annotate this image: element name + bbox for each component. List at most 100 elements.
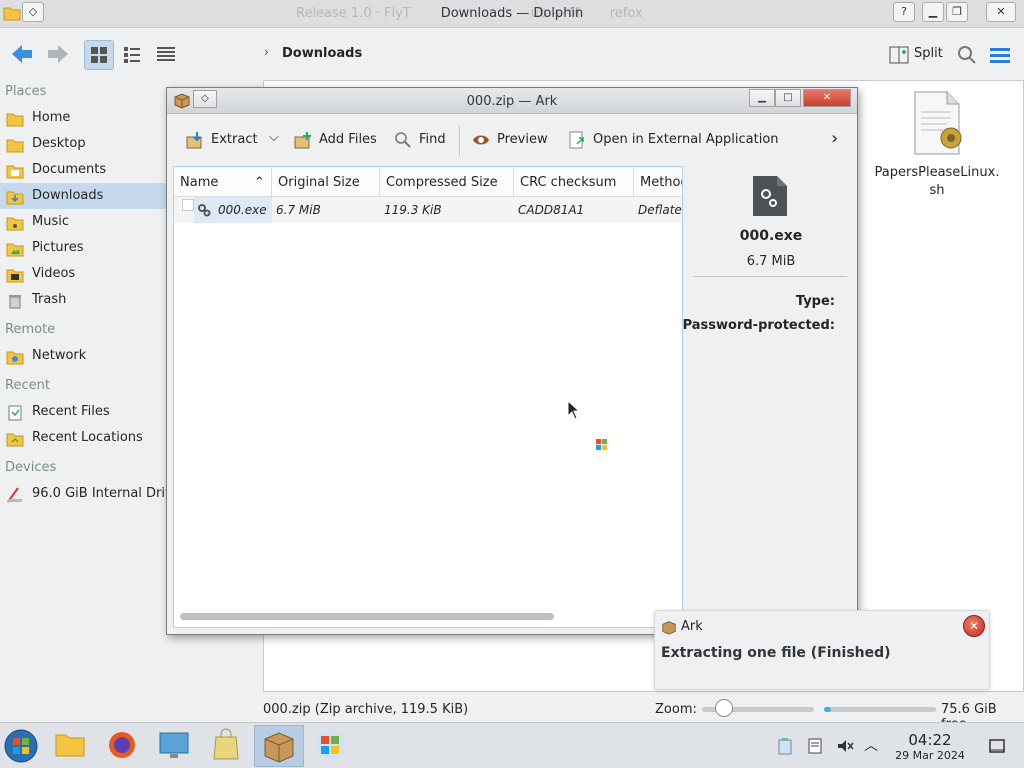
ark-maximize-button[interactable]: □ [775, 89, 801, 107]
column-header-name[interactable]: Name ⌃ [174, 167, 272, 197]
split-label: Split [914, 46, 943, 61]
compact-view-button[interactable] [118, 40, 148, 70]
zoom-slider-handle[interactable] [715, 699, 734, 717]
windows-logo-icon [596, 439, 607, 450]
sidebar-item-label: Recent Files [32, 404, 110, 419]
details-panel: 000.exe 6.7 MiB Type: Password-protected… [683, 166, 849, 466]
sidebar-item-label: Music [32, 214, 69, 229]
sidebar-item-recent-locations[interactable]: Recent Locations [0, 425, 168, 451]
row-checkbox[interactable] [182, 199, 194, 211]
taskbar-firefox[interactable] [98, 725, 148, 767]
notes-tray-icon[interactable] [806, 737, 824, 755]
horizontal-scrollbar[interactable] [180, 613, 554, 620]
sidebar-item-desktop[interactable]: Desktop [0, 131, 168, 157]
extract-button[interactable]: Extract ⌵ [185, 126, 297, 152]
sidebar-item-network[interactable]: Network [0, 343, 168, 369]
taskbar-ark[interactable] [254, 725, 304, 767]
sidebar-item-pictures[interactable]: Pictures [0, 235, 168, 261]
sidebar-item-music[interactable]: Music [0, 209, 168, 235]
taskbar-system-monitor[interactable] [150, 725, 200, 767]
table-row[interactable]: 000.exe 6.7 MiB 119.3 KiB CADD81A1 Defla… [174, 197, 682, 223]
notification-popup[interactable]: Ark ✕ Extracting one file (Finished) [654, 610, 990, 690]
breadcrumb[interactable]: Downloads [282, 46, 362, 61]
sidebar-item-videos[interactable]: Videos [0, 261, 168, 287]
taskbar-file-manager[interactable] [46, 725, 96, 767]
videos-folder-icon [6, 269, 24, 283]
drive-icon [7, 487, 22, 503]
ark-close-button[interactable]: ✕ [803, 89, 851, 107]
ark-minimize-button[interactable]: ▁ [749, 89, 775, 107]
tray-expand-chevron-icon[interactable]: ︿ [864, 735, 878, 755]
taskbar-archive-bag[interactable] [202, 725, 252, 767]
ark-window: ◇ 000.zip — Ark ▁ □ ✕ Extract ⌵ Add File… [166, 87, 858, 635]
sidebar-item-internal-drive[interactable]: 96.0 GiB Internal Drive [0, 481, 181, 507]
preview-button[interactable]: Preview [471, 126, 557, 152]
add-files-button[interactable]: Add Files [293, 126, 389, 152]
shell-script-icon [914, 91, 962, 155]
file-name: PapersPleaseLinux. sh [874, 165, 1000, 198]
taskbar-windows-app[interactable] [306, 725, 356, 767]
minimize-button[interactable]: ▁ [922, 2, 944, 22]
extract-dropdown-chevron-icon[interactable]: ⌵ [269, 130, 279, 145]
column-header-compressed-size[interactable]: Compressed Size [380, 167, 514, 197]
clipboard-tray-icon[interactable] [776, 737, 794, 755]
sidebar-item-label: Recent Locations [32, 430, 143, 445]
downloads-folder-icon [6, 191, 24, 205]
maximize-button[interactable]: ❐ [946, 2, 968, 22]
zoom-label: Zoom: [655, 702, 697, 717]
details-divider [693, 276, 847, 277]
sidebar-item-downloads[interactable]: Downloads [0, 183, 168, 209]
details-file-size: 6.7 MiB [746, 254, 796, 269]
mouse-cursor-icon [567, 400, 581, 420]
notification-close-button[interactable]: ✕ [963, 615, 985, 637]
toolbar-overflow-chevron-icon[interactable]: › [831, 128, 838, 149]
show-desktop-icon[interactable] [988, 737, 1006, 755]
ark-titlebar[interactable]: ◇ 000.zip — Ark ▁ □ ✕ [167, 88, 857, 114]
sidebar-item-trash[interactable]: Trash [0, 287, 168, 313]
find-button[interactable]: Find [393, 126, 455, 152]
clock-date[interactable]: 29 Mar 2024 [890, 749, 970, 762]
close-button[interactable]: ✕ [986, 2, 1016, 22]
icons-view-button[interactable] [84, 40, 114, 70]
documents-folder-icon [6, 165, 24, 179]
details-view-button[interactable] [152, 40, 182, 70]
dolphin-titlebar[interactable]: ◇ Release 1.0 · FlyT ub — Mrefox Download… [0, 0, 1024, 28]
sidebar-item-label: Downloads [32, 188, 104, 203]
toolbar-separator [459, 126, 460, 156]
hamburger-menu-icon[interactable] [988, 44, 1012, 66]
start-menu-icon[interactable] [4, 729, 38, 763]
sidebar-item-label: Pictures [32, 240, 84, 255]
home-folder-icon [6, 113, 24, 127]
recent-locations-icon [6, 433, 24, 447]
column-header-crc[interactable]: CRC checksum [514, 167, 634, 197]
back-arrow-icon[interactable] [8, 40, 36, 68]
ark-window-controls: ▁ □ ✕ [749, 89, 855, 109]
forward-arrow-icon[interactable] [44, 40, 72, 68]
firefox-icon [109, 732, 135, 758]
ark-toolbar: Extract ⌵ Add Files Find Preview Open in… [167, 118, 857, 162]
status-text: 000.zip (Zip archive, 119.5 KiB) [263, 702, 469, 717]
find-icon [395, 132, 411, 148]
archive-file-list[interactable]: Name ⌃ Original Size Compressed Size CRC … [173, 166, 683, 628]
preview-label: Preview [497, 132, 548, 147]
help-button[interactable]: ? [893, 2, 915, 22]
sidebar-item-recent-files[interactable]: Recent Files [0, 399, 168, 425]
cell-original-size: 6.7 MiB [276, 203, 321, 217]
search-icon[interactable] [956, 44, 978, 66]
open-external-button[interactable]: Open in External Application [567, 126, 779, 152]
file-item-papersplease[interactable]: PapersPleaseLinux. sh [872, 90, 1002, 200]
window-title: Downloads — Dolphin [440, 6, 584, 21]
executable-file-large-icon [753, 176, 787, 216]
muted-speaker-icon[interactable] [836, 737, 854, 755]
sidebar-item-label: 96.0 GiB Internal Drive [32, 486, 181, 501]
sidebar-item-documents[interactable]: Documents [0, 157, 168, 183]
extract-icon [186, 132, 202, 149]
notification-app-name: Ark [681, 619, 703, 634]
column-header-original-size[interactable]: Original Size [272, 167, 380, 197]
taskbar: ︿ 04:22 29 Mar 2024 [0, 722, 1024, 768]
split-button[interactable]: Split [888, 44, 943, 66]
column-header-method[interactable]: Method [634, 167, 682, 197]
sidebar-item-home[interactable]: Home [0, 105, 168, 131]
sidebar-item-label: Desktop [32, 136, 86, 151]
clock-time[interactable]: 04:22 [890, 731, 970, 749]
